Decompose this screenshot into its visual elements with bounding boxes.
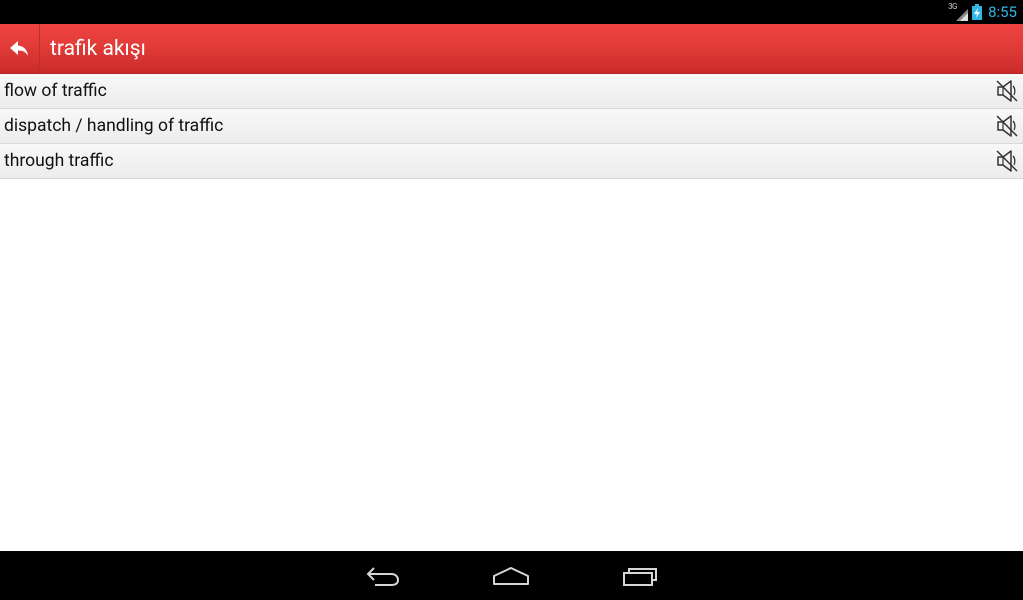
nav-recent-apps-button[interactable] [620, 563, 660, 589]
status-icons: 3G 8:55 [948, 0, 1017, 24]
signal-icon [956, 9, 969, 21]
navigation-bar [0, 551, 1023, 600]
recent-apps-icon [623, 568, 657, 586]
result-text: through traffic [4, 151, 114, 171]
back-icon [366, 567, 400, 586]
result-text: flow of traffic [4, 81, 107, 101]
speaker-muted-icon[interactable] [995, 149, 1019, 173]
speaker-muted-icon[interactable] [995, 114, 1019, 138]
action-bar: trafik akışı [0, 24, 1023, 74]
nav-home-button[interactable] [490, 563, 532, 589]
speaker-muted-icon[interactable] [995, 79, 1019, 103]
reply-arrow-icon [9, 41, 28, 56]
list-item[interactable]: dispatch / handling of traffic [0, 109, 1023, 144]
nav-back-button[interactable] [362, 563, 404, 589]
result-text: dispatch / handling of traffic [4, 116, 224, 136]
status-bar: 3G 8:55 [0, 0, 1023, 24]
network-indicator: 3G [948, 2, 969, 21]
list-item[interactable]: through traffic [0, 144, 1023, 179]
page-title: trafik akışı [50, 37, 146, 61]
back-button[interactable] [0, 24, 40, 74]
status-time: 8:55 [988, 3, 1017, 21]
home-icon [493, 567, 529, 585]
battery-charging-icon [972, 4, 983, 20]
list-item[interactable]: flow of traffic [0, 74, 1023, 109]
results-list: flow of traffic dispatch / handling of t… [0, 74, 1023, 179]
